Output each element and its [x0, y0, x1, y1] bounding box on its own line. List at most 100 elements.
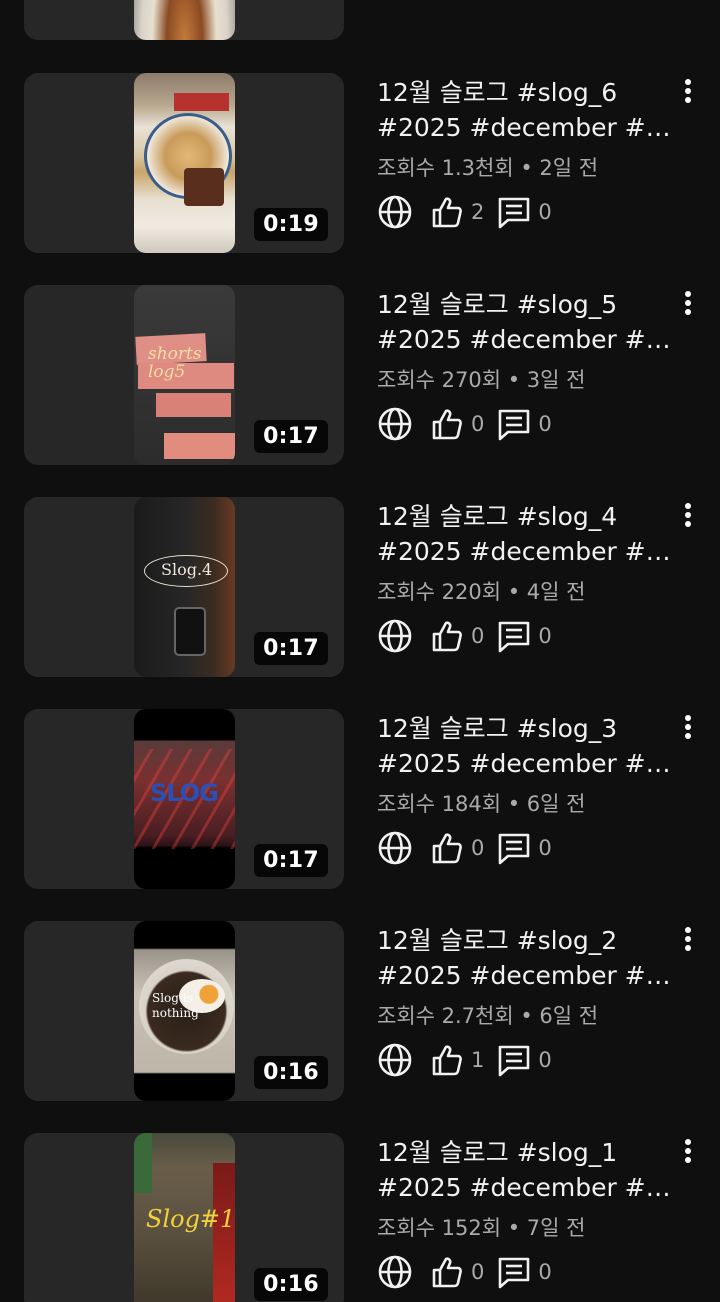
- video-meta: 조회수 2.7천회 • 6일 전: [377, 1000, 677, 1030]
- video-row[interactable]: SLOG 0:17 12월 슬로그 #slog_3 #2025 #decembe…: [0, 709, 720, 899]
- video-row[interactable]: shorts log5 0:17 12월 슬로그 #slog_5 #2025 #…: [0, 285, 720, 475]
- thumbnail-overlay-text: shorts log5: [148, 344, 202, 382]
- comment-count: 0: [538, 412, 552, 436]
- globe-icon: [378, 195, 412, 229]
- view-count: 조회수 152회: [377, 1216, 502, 1240]
- video-row[interactable]: Slog is nothing 0:16 12월 슬로그 #slog_2 #20…: [0, 921, 720, 1111]
- comment-icon[interactable]: [496, 618, 532, 654]
- comment-icon[interactable]: [496, 830, 532, 866]
- more-vert-icon[interactable]: [678, 927, 698, 957]
- video-title[interactable]: 12월 슬로그 #slog_5 #2025 #december #…: [377, 287, 673, 357]
- video-title[interactable]: 12월 슬로그 #slog_4 #2025 #december #k…: [377, 499, 673, 569]
- video-stats: 1 0: [377, 1040, 677, 1080]
- video-thumbnail: Slog#1: [134, 1133, 235, 1302]
- video-row[interactable]: Slog#1 0:16 12월 슬로그 #slog_1 #2025 #decem…: [0, 1133, 720, 1302]
- video-stats: 0 0: [377, 616, 677, 656]
- video-row-partial[interactable]: [0, 0, 720, 50]
- comment-icon[interactable]: [496, 1254, 532, 1290]
- upload-age: 2일 전: [539, 156, 599, 180]
- more-vert-icon[interactable]: [678, 1139, 698, 1169]
- comment-count: 0: [538, 200, 552, 224]
- video-meta: 조회수 270회 • 3일 전: [377, 364, 677, 394]
- video-title-line-2: #2025 #december #s…: [377, 749, 673, 778]
- video-info[interactable]: 12월 슬로그 #slog_3 #2025 #december #s… 조회수 …: [377, 711, 677, 868]
- video-title[interactable]: 12월 슬로그 #slog_1 #2025 #december #…: [377, 1135, 673, 1205]
- thumbs-up-icon[interactable]: [429, 830, 465, 866]
- video-duration: 0:17: [254, 844, 328, 877]
- like-count: 0: [471, 1260, 485, 1284]
- thumbnail-overlay-text: Slog.4: [161, 560, 213, 579]
- comment-count: 0: [538, 624, 552, 648]
- video-title-line-1: 12월 슬로그 #slog_6: [377, 78, 618, 107]
- thumbs-up-icon[interactable]: [429, 618, 465, 654]
- like-count: 0: [471, 836, 485, 860]
- thumbnail-overlay-text: Slog#1: [146, 1205, 235, 1233]
- globe-icon: [378, 407, 412, 441]
- video-info[interactable]: 12월 슬로그 #slog_5 #2025 #december #… 조회수 2…: [377, 287, 677, 444]
- video-row[interactable]: 0:19 12월 슬로그 #slog_6 #2025 #december #f……: [0, 73, 720, 263]
- video-stats: 0 0: [377, 404, 677, 444]
- thumbs-up-icon[interactable]: [429, 1254, 465, 1290]
- comment-icon[interactable]: [496, 1042, 532, 1078]
- video-thumbnail-card[interactable]: SLOG 0:17: [24, 709, 344, 889]
- video-thumbnail-card[interactable]: [24, 0, 344, 40]
- video-stats: 0 0: [377, 1252, 677, 1292]
- globe-icon: [378, 619, 412, 653]
- like-count: 1: [471, 1048, 485, 1072]
- video-thumbnail-card[interactable]: Slog.4 0:17: [24, 497, 344, 677]
- comment-count: 0: [538, 1260, 552, 1284]
- meta-separator: •: [513, 1004, 540, 1028]
- video-stats: 2 0: [377, 192, 677, 232]
- more-vert-icon[interactable]: [678, 715, 698, 745]
- more-vert-icon[interactable]: [678, 291, 698, 321]
- view-count: 조회수 220회: [377, 580, 502, 604]
- comment-icon[interactable]: [496, 194, 532, 230]
- video-thumbnail: Slog.4: [134, 497, 235, 677]
- meta-separator: •: [501, 1216, 527, 1240]
- thumbs-up-icon[interactable]: [429, 1042, 465, 1078]
- video-row[interactable]: Slog.4 0:17 12월 슬로그 #slog_4 #2025 #decem…: [0, 497, 720, 687]
- view-count: 조회수 2.7천회: [377, 1004, 514, 1028]
- like-count: 0: [471, 624, 485, 648]
- upload-age: 7일 전: [526, 1216, 586, 1240]
- video-thumbnail-card[interactable]: Slog#1 0:16: [24, 1133, 344, 1302]
- video-duration: 0:19: [254, 208, 328, 241]
- view-count: 조회수 1.3천회: [377, 156, 514, 180]
- like-count: 2: [471, 200, 485, 224]
- video-thumbnail: [134, 73, 235, 253]
- thumbs-up-icon[interactable]: [429, 406, 465, 442]
- more-vert-icon[interactable]: [678, 79, 698, 109]
- view-count: 조회수 184회: [377, 792, 502, 816]
- thumbnail-overlay-text: SLOG: [150, 779, 219, 807]
- video-duration: 0:16: [254, 1268, 328, 1301]
- meta-separator: •: [513, 156, 540, 180]
- video-thumbnail-card[interactable]: Slog is nothing 0:16: [24, 921, 344, 1101]
- video-meta: 조회수 152회 • 7일 전: [377, 1212, 677, 1242]
- thumbnail-overlay-text: Slog is nothing: [152, 991, 199, 1020]
- video-thumbnail: SLOG: [134, 709, 235, 889]
- video-title-line-2: #2025 #december #k…: [377, 537, 673, 566]
- video-list-page: 0:19 12월 슬로그 #slog_6 #2025 #december #f……: [0, 0, 720, 1302]
- comment-icon[interactable]: [496, 406, 532, 442]
- video-title-line-1: 12월 슬로그 #slog_5: [377, 290, 618, 319]
- like-count: 0: [471, 412, 485, 436]
- video-title-line-1: 12월 슬로그 #slog_4: [377, 502, 618, 531]
- video-stats: 0 0: [377, 828, 677, 868]
- globe-icon: [378, 831, 412, 865]
- video-thumbnail-card[interactable]: 0:19: [24, 73, 344, 253]
- video-info[interactable]: 12월 슬로그 #slog_6 #2025 #december #f… 조회수 …: [377, 75, 677, 232]
- video-thumbnail-card[interactable]: shorts log5 0:17: [24, 285, 344, 465]
- video-title[interactable]: 12월 슬로그 #slog_3 #2025 #december #s…: [377, 711, 673, 781]
- comment-count: 0: [538, 1048, 552, 1072]
- upload-age: 6일 전: [526, 792, 586, 816]
- thumbs-up-icon[interactable]: [429, 194, 465, 230]
- video-info[interactable]: 12월 슬로그 #slog_2 #2025 #december #k… 조회수 …: [377, 923, 677, 1080]
- meta-separator: •: [501, 792, 527, 816]
- video-thumbnail: shorts log5: [134, 285, 235, 465]
- more-vert-icon[interactable]: [678, 503, 698, 533]
- video-title[interactable]: 12월 슬로그 #slog_2 #2025 #december #k…: [377, 923, 673, 993]
- video-info[interactable]: 12월 슬로그 #slog_1 #2025 #december #… 조회수 1…: [377, 1135, 677, 1292]
- video-info[interactable]: 12월 슬로그 #slog_4 #2025 #december #k… 조회수 …: [377, 499, 677, 656]
- video-title[interactable]: 12월 슬로그 #slog_6 #2025 #december #f…: [377, 75, 673, 145]
- video-thumbnail: Slog is nothing: [134, 921, 235, 1101]
